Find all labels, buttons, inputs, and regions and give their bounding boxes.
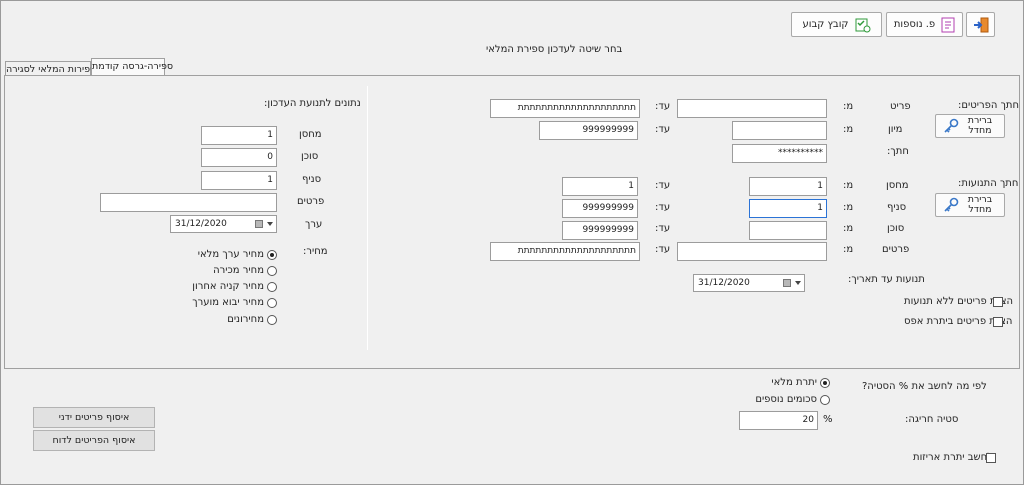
- cut-input[interactable]: **********: [732, 144, 827, 163]
- price-option-radio[interactable]: [267, 298, 277, 308]
- branch-from-label: מ:: [843, 202, 854, 213]
- sort-from-input[interactable]: [732, 121, 827, 140]
- details-label: פרטים: [882, 244, 910, 255]
- save-fixed-file-button[interactable]: קובץ קבוע: [791, 12, 882, 37]
- percent-sign: %: [823, 414, 833, 425]
- zero-balance-checkbox[interactable]: [993, 317, 1003, 327]
- chevron-down-icon: [795, 281, 801, 285]
- warehouse-to-label: עד:: [655, 180, 671, 191]
- extras-label: פ. נוספות: [893, 19, 936, 30]
- agent-from-input[interactable]: [749, 221, 827, 240]
- cut-label: חתך:: [887, 146, 909, 157]
- no-movement-checkbox[interactable]: [993, 297, 1003, 307]
- panel-divider: [367, 86, 368, 350]
- key-icon: [944, 118, 959, 133]
- key-icon: [944, 197, 959, 212]
- update-warehouse-input[interactable]: 1: [201, 126, 277, 145]
- page-title: בחר שיטה לעדכון ספירת המלאי: [486, 44, 623, 55]
- calendar-icon: [783, 279, 791, 287]
- item-from-input[interactable]: [677, 99, 827, 118]
- calc-option-radio[interactable]: [820, 378, 830, 388]
- sort-label: מיון: [888, 124, 903, 135]
- transaction-default-button[interactable]: ברירת מחדל: [935, 193, 1005, 217]
- calendar-icon: [255, 220, 263, 228]
- branch-to-label: עד:: [655, 202, 671, 213]
- sort-to-label: עד:: [655, 124, 671, 135]
- calc-question-label: לפי מה לחשב את % הסטיה?: [862, 381, 987, 392]
- chevron-down-icon: [267, 222, 273, 226]
- item-to-label: עד:: [655, 101, 671, 112]
- calc-option-label: יתרת מלאי: [771, 377, 817, 388]
- deviation-label: סטיה חריגה:: [905, 414, 959, 425]
- agent-to-label: עד:: [655, 223, 671, 234]
- document-plus-icon: [941, 17, 955, 32]
- details-to-input[interactable]: תתתתתתתתתתתתתתתתתתתת: [490, 242, 640, 261]
- update-details-label: פרטים: [297, 196, 325, 207]
- transactions-until-date-label: תנועות עד תאריך:: [848, 274, 925, 285]
- item-to-input[interactable]: תתתתתתתתתתתתתתתתתתתת: [490, 99, 640, 118]
- update-agent-input[interactable]: 0: [201, 148, 277, 167]
- transaction-selection-title: חתך התנועות:: [958, 178, 1019, 189]
- update-data-title: נתונים לתנועת העדכון:: [264, 98, 361, 109]
- warehouse-to-input[interactable]: 1: [562, 177, 638, 196]
- warehouse-from-label: מ:: [843, 180, 854, 191]
- transaction-default-label: ברירת מחדל: [967, 194, 993, 215]
- collect-report-button[interactable]: איסוף הפריטים לדוח: [33, 430, 155, 451]
- details-to-label: עד:: [655, 244, 671, 255]
- deviation-input[interactable]: 20: [739, 411, 818, 430]
- batch-calc-checkbox[interactable]: [986, 453, 996, 463]
- price-label: מחיר:: [303, 246, 328, 257]
- transactions-date-picker[interactable]: 31/12/2020: [693, 274, 805, 292]
- main-panel: [4, 75, 1020, 369]
- price-option-label: מחיר קניה אחרון: [192, 281, 264, 292]
- save-checklist-icon: [855, 18, 871, 32]
- agent-from-label: מ:: [843, 223, 854, 234]
- update-agent-label: סוכן: [301, 151, 319, 162]
- details-from-label: מ:: [843, 244, 854, 255]
- update-date-picker[interactable]: 31/12/2020: [170, 215, 277, 233]
- update-value-date-label: ערך: [305, 219, 323, 230]
- batch-calc-label: לחשב יתרת אריזות: [913, 452, 993, 463]
- price-option-radio[interactable]: [267, 266, 277, 276]
- item-default-button[interactable]: ברירת מחדל: [935, 114, 1005, 138]
- item-from-label: מ:: [843, 101, 854, 112]
- price-option-label: מחיר ערך מלאי: [197, 249, 264, 260]
- extras-button[interactable]: פ. נוספות: [886, 12, 963, 37]
- sort-from-label: מ:: [843, 124, 854, 135]
- save-label: קובץ קבוע: [802, 19, 849, 30]
- branch-from-input[interactable]: 1: [749, 199, 827, 218]
- warehouse-from-input[interactable]: 1: [749, 177, 827, 196]
- update-warehouse-label: מחסן: [299, 129, 322, 140]
- price-option-radio[interactable]: [267, 250, 277, 260]
- calc-option-radio[interactable]: [820, 395, 830, 405]
- price-option-radio[interactable]: [267, 282, 277, 292]
- item-default-label: ברירת מחדל: [967, 115, 993, 136]
- price-option-label: מחיר מכירה: [213, 265, 264, 276]
- agent-label: סוכן: [887, 223, 905, 234]
- sort-to-input[interactable]: 999999999: [539, 121, 638, 140]
- update-date-value: 31/12/2020: [175, 219, 227, 229]
- item-selection-title: חתך הפריטים:: [958, 100, 1020, 111]
- branch-to-input[interactable]: 999999999: [562, 199, 638, 218]
- transactions-date-value: 31/12/2020: [698, 278, 750, 288]
- tab-count-previous-version[interactable]: ספירה-גרסה קודמת: [91, 58, 173, 76]
- branch-label: סניף: [887, 202, 907, 213]
- calc-option-label: סכומים נוספים: [755, 394, 817, 405]
- exit-button[interactable]: [966, 12, 995, 37]
- price-option-label: מחירונים: [227, 314, 264, 325]
- collect-manual-button[interactable]: איסוף פריטים ידני: [33, 407, 155, 428]
- price-option-label: מחיר יבוא מוערך: [192, 297, 264, 308]
- warehouse-label: מחסן: [886, 180, 909, 191]
- item-label: פריט: [890, 101, 911, 112]
- exit-door-icon: [973, 17, 988, 32]
- agent-to-input[interactable]: 999999999: [562, 221, 638, 240]
- details-from-input[interactable]: [677, 242, 827, 261]
- update-details-input[interactable]: [100, 193, 277, 212]
- update-branch-input[interactable]: 1: [201, 171, 277, 190]
- price-option-radio[interactable]: [267, 315, 277, 325]
- update-branch-label: סניף: [302, 174, 322, 185]
